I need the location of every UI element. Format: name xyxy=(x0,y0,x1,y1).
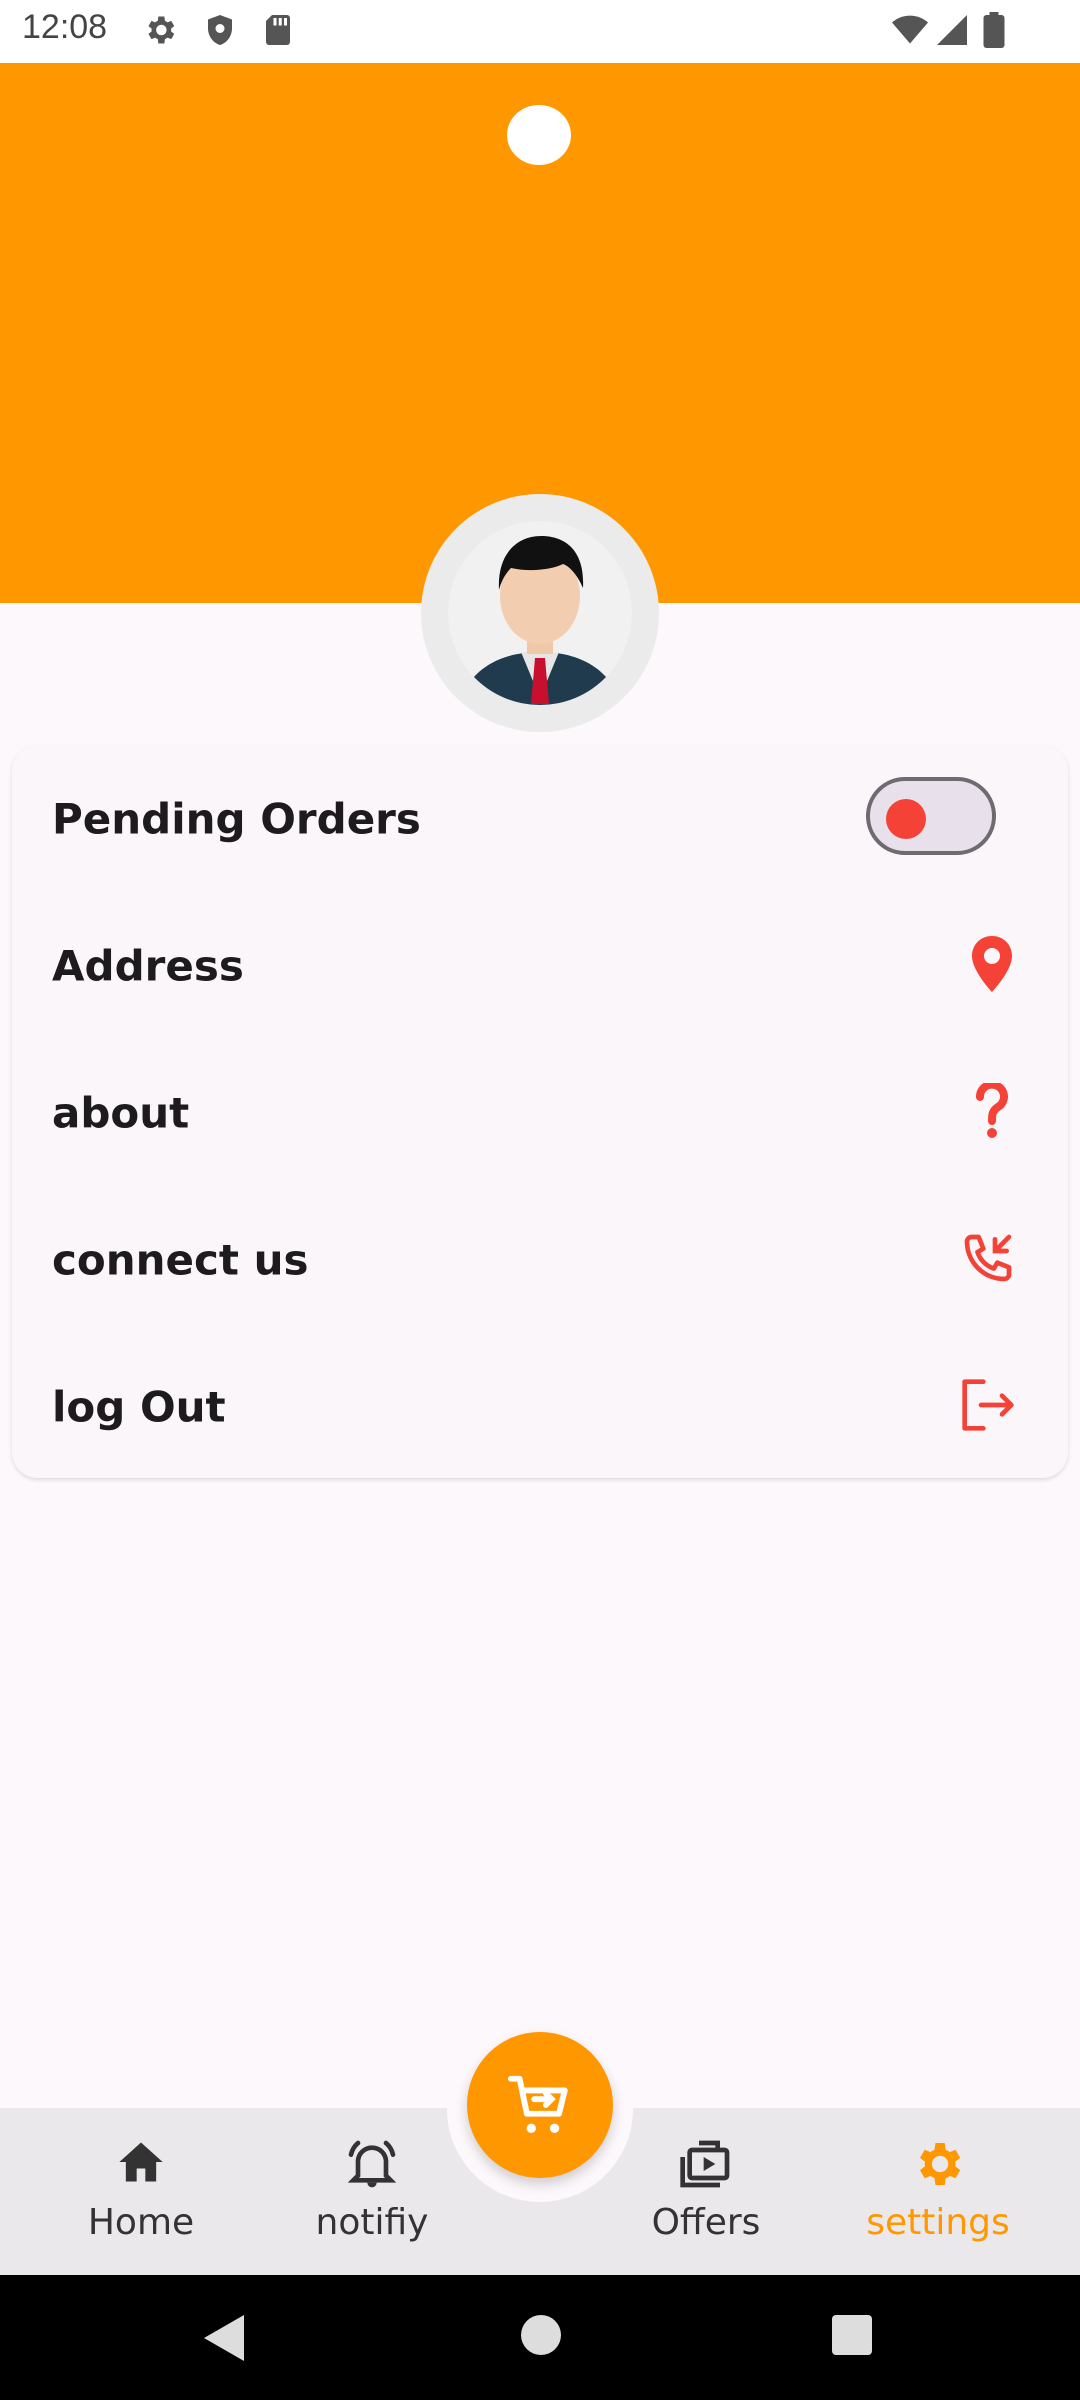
system-nav-bar xyxy=(0,2275,1080,2400)
recents-icon[interactable] xyxy=(832,2315,872,2359)
pending-orders-toggle[interactable] xyxy=(866,777,996,855)
about-row[interactable]: about xyxy=(12,1039,1068,1186)
back-icon[interactable] xyxy=(204,2315,244,2365)
signal-icon xyxy=(934,12,970,48)
phone-callback-icon xyxy=(960,1230,1016,1290)
connect-us-row[interactable]: connect us xyxy=(12,1186,1068,1333)
settings-card: Pending Orders Address about connect us … xyxy=(12,745,1068,1478)
battery-icon xyxy=(982,12,1018,48)
pending-orders-label: Pending Orders xyxy=(52,794,421,843)
nav-notify[interactable]: notifiy xyxy=(272,2108,472,2275)
pending-orders-row[interactable]: Pending Orders xyxy=(12,745,1068,892)
question-mark-icon xyxy=(974,1080,1010,1143)
address-label: Address xyxy=(52,941,244,990)
home-icon xyxy=(115,2136,167,2192)
bell-icon xyxy=(344,2136,400,2196)
wifi-icon xyxy=(890,12,928,48)
camera-notch xyxy=(507,105,571,165)
nav-offers[interactable]: Offers xyxy=(606,2108,806,2275)
logout-icon xyxy=(960,1378,1016,1435)
log-out-label: log Out xyxy=(52,1382,226,1431)
status-time: 12:08 xyxy=(22,8,108,46)
cart-icon xyxy=(507,2075,568,2133)
location-pin-icon xyxy=(968,935,1016,996)
user-avatar-icon xyxy=(448,521,632,705)
about-label: about xyxy=(52,1088,190,1137)
nav-home[interactable]: Home xyxy=(41,2108,241,2275)
avatar[interactable] xyxy=(421,494,659,732)
connect-us-label: connect us xyxy=(52,1235,309,1284)
offers-icon xyxy=(677,2136,735,2196)
shield-icon xyxy=(202,12,238,48)
nav-offers-label: Offers xyxy=(651,2202,761,2243)
nav-notify-label: notifiy xyxy=(315,2202,429,2243)
nav-home-label: Home xyxy=(87,2202,195,2243)
log-out-row[interactable]: log Out xyxy=(12,1333,1068,1480)
nav-settings-label: settings xyxy=(866,2202,1010,2243)
gear-icon xyxy=(142,12,178,48)
address-row[interactable]: Address xyxy=(12,892,1068,1039)
toggle-knob xyxy=(886,799,926,839)
gear-icon xyxy=(910,2136,966,2196)
home-circle-icon[interactable] xyxy=(521,2315,561,2359)
cart-fab-button[interactable] xyxy=(467,2032,613,2178)
status-bar: 12:08 xyxy=(0,0,1080,63)
sd-card-icon xyxy=(260,12,296,48)
nav-settings[interactable]: settings xyxy=(838,2108,1038,2275)
